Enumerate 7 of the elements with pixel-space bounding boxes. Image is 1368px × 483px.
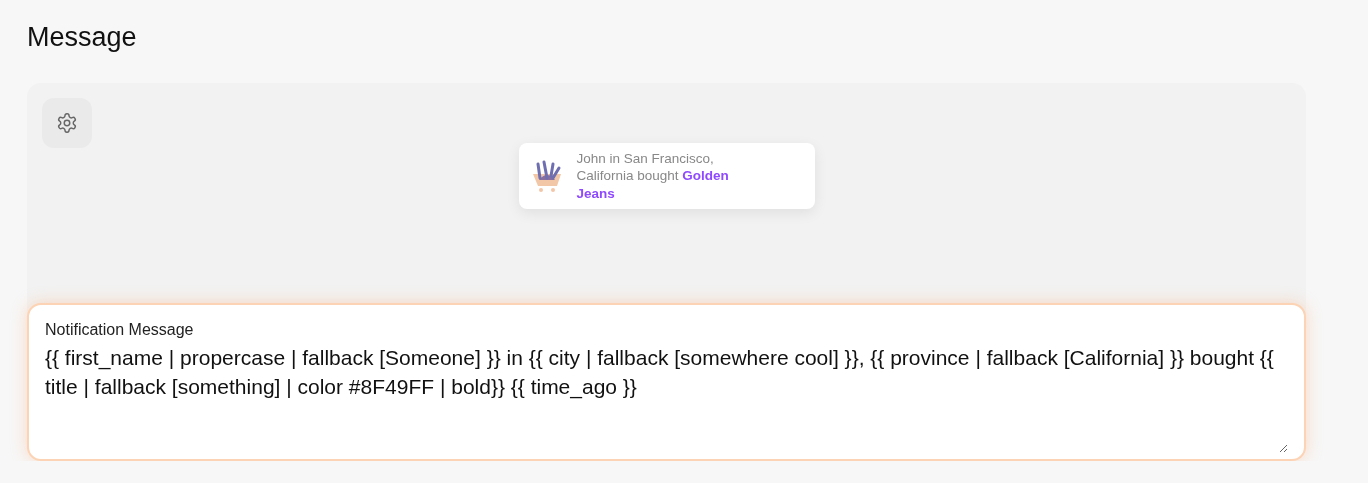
settings-icon bbox=[56, 112, 78, 134]
shopping-cart-icon bbox=[530, 158, 563, 194]
section-heading: Message bbox=[27, 22, 137, 53]
settings-button[interactable] bbox=[42, 98, 92, 148]
notification-message: John in San Francisco, California bought Golden Jeans bbox=[576, 149, 730, 203]
field-label: Notification Message bbox=[45, 321, 194, 339]
notification-message-field[interactable]: Notification Message {{ first_name | propercase | fallback [Someone] }} in {{ city | fallback [somewhere cool] }}, {{ province | fallback [California] }} bought {{ title | fallback [something] | color #8F49FF | bold}} {{ time_ago }} bbox=[27, 303, 1306, 461]
